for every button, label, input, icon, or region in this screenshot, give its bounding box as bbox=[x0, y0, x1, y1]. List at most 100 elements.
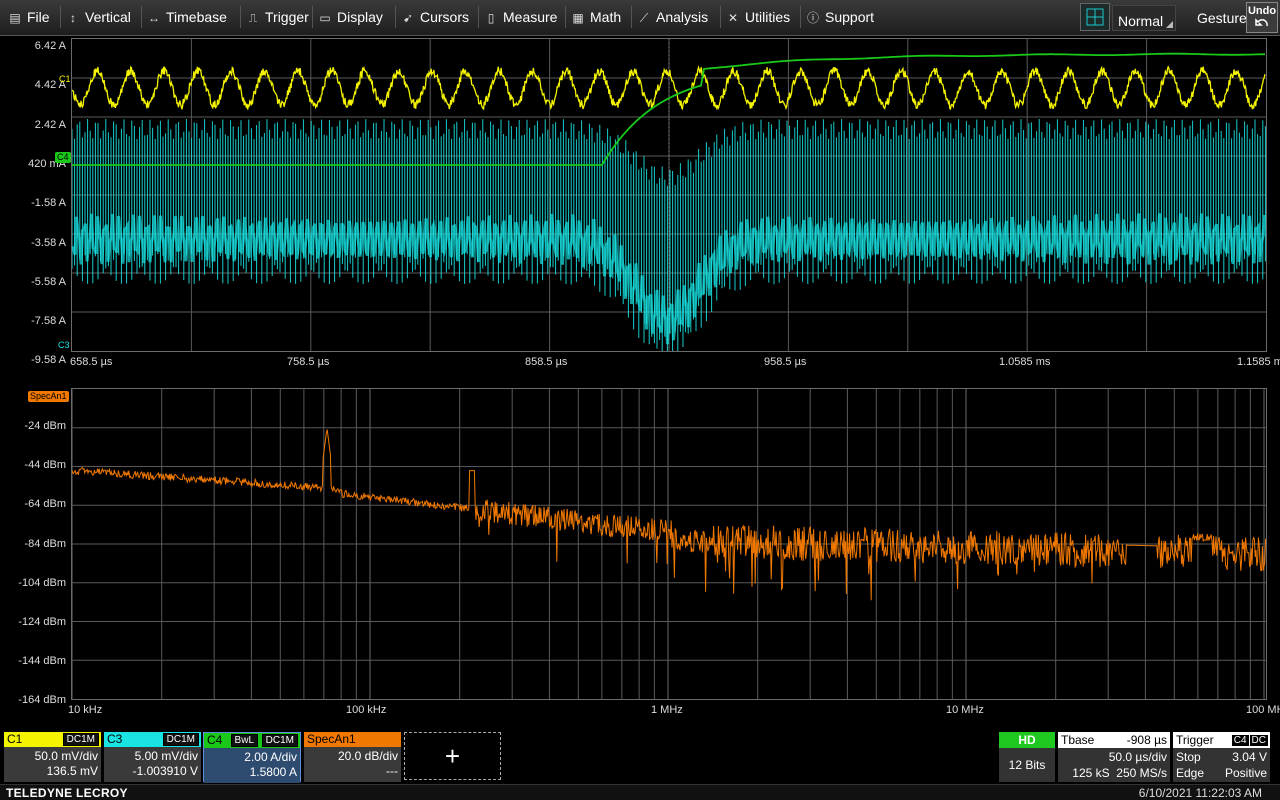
spectrum-y-tick-label: -124 dBm bbox=[0, 616, 66, 628]
c4-scale: 2.00 A/div bbox=[204, 750, 297, 765]
spectrum-x-tick-label: 100 kHz bbox=[346, 704, 386, 716]
add-trace-button[interactable]: + bbox=[404, 732, 501, 780]
spectrum-y-tick-label: -164 dBm bbox=[0, 694, 66, 706]
c3-scale: 5.00 mV/div bbox=[104, 749, 198, 764]
c4-trace-marker[interactable]: C4 bbox=[55, 152, 71, 163]
trigger-level: 3.04 V bbox=[1232, 749, 1267, 765]
c1-trace-marker[interactable]: C1 bbox=[57, 74, 73, 85]
c3-descriptor[interactable]: C3 DC1M 5.00 mV/div -1.003910 V bbox=[104, 732, 201, 782]
menu-separator bbox=[60, 6, 61, 28]
menu-file[interactable]: ▤ File bbox=[8, 0, 50, 34]
menu-trigger[interactable]: ⎍ Trigger bbox=[246, 0, 309, 34]
c1-name: C1 bbox=[7, 732, 22, 746]
menu-separator bbox=[240, 6, 241, 28]
undo-arrow-icon bbox=[1252, 17, 1272, 29]
spectrum-y-tick-label: -24 dBm bbox=[0, 420, 66, 432]
spectrum-grid[interactable] bbox=[71, 388, 1267, 700]
trigger-slope: Positive bbox=[1225, 765, 1267, 781]
time-y-tick-label: -7.58 A bbox=[0, 315, 66, 327]
menu-separator bbox=[395, 6, 396, 28]
trigger-coupling-badge: DC bbox=[1250, 735, 1268, 746]
spectrum-y-tick-label: -104 dBm bbox=[0, 577, 66, 589]
menu-label: Cursors bbox=[420, 9, 469, 25]
trigger-mode-value: Normal bbox=[1118, 13, 1163, 29]
timebase-rate: 250 MS/s bbox=[1116, 766, 1167, 780]
menu-support[interactable]: ⓘ Support bbox=[806, 0, 874, 34]
c4-name: C4 bbox=[207, 733, 222, 747]
c3-coupling-badge: DC1M bbox=[163, 733, 199, 746]
specan-trace-marker[interactable]: SpecAn1 bbox=[28, 391, 69, 402]
c1-offset: 136.5 mV bbox=[4, 764, 98, 779]
menu-label: File bbox=[27, 9, 50, 25]
menu-math[interactable]: ▦ Math bbox=[571, 0, 621, 34]
specan-descriptor[interactable]: SpecAn1 20.0 dB/div --- bbox=[304, 732, 401, 782]
menu-separator bbox=[720, 6, 721, 28]
menu-timebase[interactable]: ↔ Timebase bbox=[147, 0, 227, 34]
specan-name: SpecAn1 bbox=[307, 732, 356, 746]
spectrum-x-tick-label: 100 MHz bbox=[1246, 704, 1280, 716]
c1-coupling-badge: DC1M bbox=[63, 733, 99, 746]
menu-label: Measure bbox=[503, 9, 557, 25]
menu-label: Analysis bbox=[656, 9, 708, 25]
gesture-label[interactable]: Gesture bbox=[1197, 10, 1247, 26]
menu-separator bbox=[631, 6, 632, 28]
c4-descriptor[interactable]: C4 BwL DC1M 2.00 A/div 1.5800 A bbox=[203, 732, 301, 782]
undo-label: Undo bbox=[1247, 5, 1277, 17]
timebase-scale: 50.0 µs/div bbox=[1061, 749, 1167, 765]
menu-label: Math bbox=[590, 9, 621, 25]
menu-analysis[interactable]: ⟋ Analysis bbox=[637, 0, 708, 34]
timebase-samples: 125 kS bbox=[1072, 766, 1109, 780]
spectrum-x-tick-label: 1 MHz bbox=[651, 704, 683, 716]
trigger-icon: ⎍ bbox=[246, 1, 260, 35]
date-time: 6/10/2021 11:22:03 AM bbox=[1139, 786, 1262, 800]
time-x-tick-label: 958.5 µs bbox=[764, 356, 806, 368]
time-x-tick-label: 758.5 µs bbox=[287, 356, 329, 368]
menu-separator bbox=[800, 6, 801, 28]
hd-descriptor[interactable]: HD 12 Bits bbox=[999, 732, 1055, 782]
time-x-tick-label: 858.5 µs bbox=[525, 356, 567, 368]
horizontal-arrows-icon: ↔ bbox=[147, 1, 161, 35]
menu-separator bbox=[478, 6, 479, 28]
display-layout-button[interactable] bbox=[1080, 3, 1110, 31]
spectrum-y-tick-label: -84 dBm bbox=[0, 538, 66, 550]
spectrum-y-tick-label: -144 dBm bbox=[0, 655, 66, 667]
menu-separator bbox=[312, 6, 313, 28]
menu-cursors[interactable]: ➹ Cursors bbox=[401, 0, 469, 34]
menu-measure[interactable]: ▯ Measure bbox=[484, 0, 557, 34]
time-y-tick-label: -9.58 A bbox=[0, 354, 66, 366]
timebase-label: Tbase bbox=[1061, 733, 1094, 747]
c1-scale: 50.0 mV/div bbox=[4, 749, 98, 764]
menu-utilities[interactable]: ✕ Utilities bbox=[726, 0, 790, 34]
tools-icon: ✕ bbox=[726, 1, 740, 35]
menu-vertical[interactable]: ↕ Vertical bbox=[66, 0, 131, 34]
trigger-descriptor[interactable]: Trigger C4 DC Stop 3.04 V Edge Positive bbox=[1173, 732, 1270, 782]
timebase-descriptor[interactable]: Tbase -908 µs 50.0 µs/div 125 kS 250 MS/… bbox=[1058, 732, 1170, 782]
trigger-mode-select[interactable]: Normal bbox=[1112, 5, 1176, 31]
menu-label: Support bbox=[825, 9, 874, 25]
brand-logo: TELEDYNE LECROY bbox=[6, 786, 128, 800]
clipboard-icon: ▤ bbox=[8, 1, 22, 35]
spectrum-x-tick-label: 10 kHz bbox=[68, 704, 102, 716]
menu-label: Display bbox=[337, 9, 383, 25]
menu-label: Timebase bbox=[166, 9, 227, 25]
menu-separator bbox=[565, 6, 566, 28]
hd-bits: 12 Bits bbox=[999, 748, 1055, 782]
time-x-tick-label: 1.1585 ms bbox=[1237, 356, 1280, 368]
menu-display[interactable]: ▭ Display bbox=[318, 0, 383, 34]
time-x-tick-label: 1.0585 ms bbox=[999, 356, 1050, 368]
c3-trace-marker[interactable]: C3 bbox=[56, 340, 72, 351]
c3-offset: -1.003910 V bbox=[104, 764, 198, 779]
time-y-tick-label: -5.58 A bbox=[0, 276, 66, 288]
menu-label: Trigger bbox=[265, 9, 309, 25]
time-domain-grid[interactable] bbox=[71, 38, 1267, 352]
time-x-tick-label: 658.5 µs bbox=[70, 356, 112, 368]
c1-descriptor[interactable]: C1 DC1M 50.0 mV/div 136.5 mV bbox=[4, 732, 101, 782]
hd-label: HD bbox=[999, 732, 1055, 748]
specan-offset: --- bbox=[304, 764, 398, 779]
menu-label: Utilities bbox=[745, 9, 790, 25]
undo-button[interactable]: Undo bbox=[1246, 2, 1278, 33]
time-y-tick-label: 2.42 A bbox=[0, 119, 66, 131]
c4-bwl-badge: BwL bbox=[231, 734, 258, 747]
specan-scale: 20.0 dB/div bbox=[304, 749, 398, 764]
trigger-mode: Stop bbox=[1176, 750, 1201, 764]
